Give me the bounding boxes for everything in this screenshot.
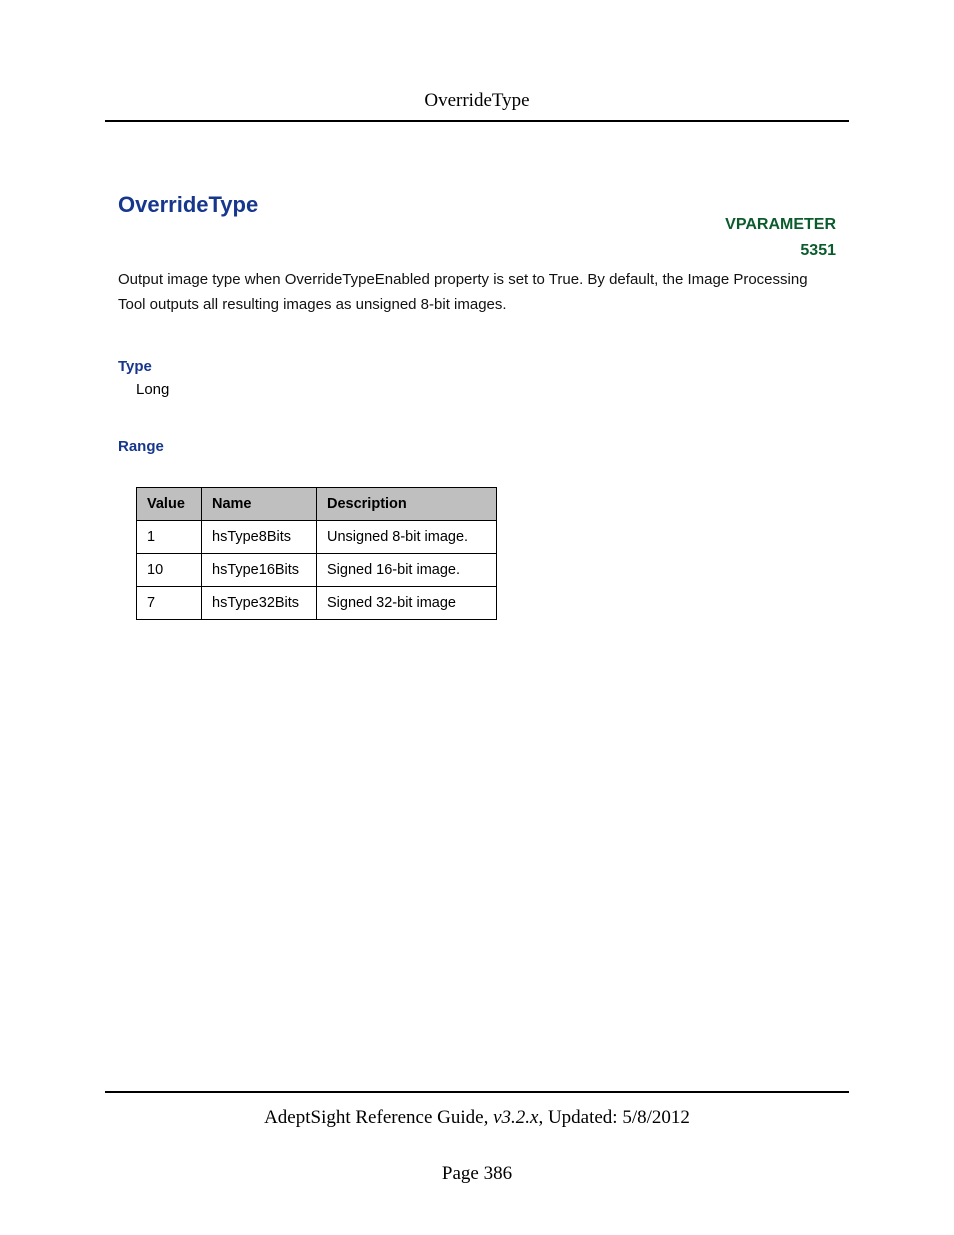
range-cell-desc: Unsigned 8-bit image. [317,520,497,553]
footer-product: AdeptSight Reference Guide [264,1107,483,1128]
range-cell-desc: Signed 16-bit image. [317,553,497,586]
type-value: Long [136,381,836,398]
vparameter-id: 5351 [725,238,836,264]
footer-updated-date: 5/8/2012 [622,1107,690,1128]
topic-heading-row: OverrideType VPARAMETER 5351 [118,192,836,218]
range-cell-value: 7 [137,586,202,619]
running-title: OverrideType [424,90,529,111]
range-cell-name: hsType16Bits [202,553,317,586]
range-cell-value: 10 [137,553,202,586]
range-col-name-header: Name [202,487,317,520]
table-row: 7 hsType32Bits Signed 32-bit image [137,586,497,619]
footer-updated-prefix: , Updated: [538,1107,622,1128]
page-content: OverrideType VPARAMETER 5351 Output imag… [118,122,836,620]
table-row: 1 hsType8Bits Unsigned 8-bit image. [137,520,497,553]
vparameter-label: VPARAMETER [725,212,836,238]
page-footer: AdeptSight Reference Guide, v3.2.x, Upda… [105,1091,849,1185]
vparameter-block: VPARAMETER 5351 [725,212,836,263]
footer-page-label: Page [442,1163,484,1184]
footer-page-number: 386 [484,1163,513,1184]
type-section-label: Type [118,358,836,375]
footer-page: Page 386 [105,1163,849,1185]
range-cell-name: hsType32Bits [202,586,317,619]
range-table-header-row: Value Name Description [137,487,497,520]
running-header: OverrideType [105,0,849,122]
table-row: 10 hsType16Bits Signed 16-bit image. [137,553,497,586]
range-col-desc-header: Description [317,487,497,520]
range-table: Value Name Description 1 hsType8Bits Uns… [136,487,497,620]
footer-rule [105,1091,849,1093]
footer-version: , v3.2.x [484,1107,539,1128]
footer-line: AdeptSight Reference Guide, v3.2.x, Upda… [105,1107,849,1129]
topic-description: Output image type when OverrideTypeEnabl… [118,268,836,318]
range-cell-value: 1 [137,520,202,553]
range-cell-desc: Signed 32-bit image [317,586,497,619]
range-cell-name: hsType8Bits [202,520,317,553]
range-section-label: Range [118,438,836,455]
range-col-value-header: Value [137,487,202,520]
